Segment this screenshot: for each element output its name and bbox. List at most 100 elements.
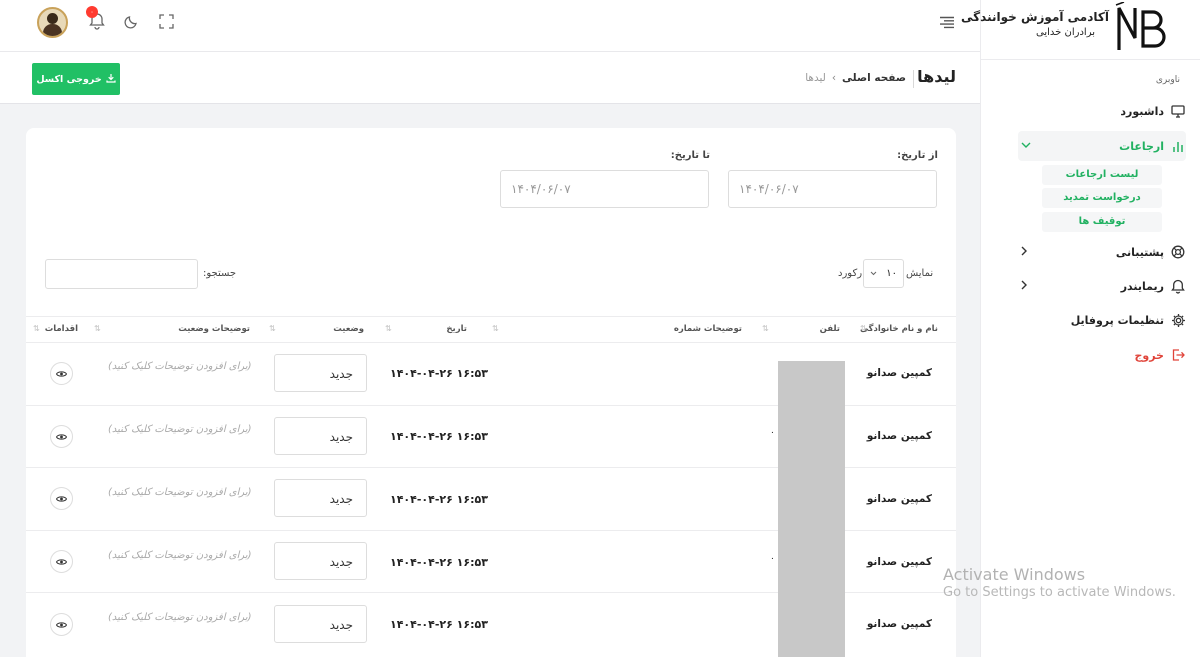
- logo-icon[interactable]: [1113, 1, 1175, 54]
- status-description[interactable]: (برای افزودن توضیحات کلیک کنید): [108, 612, 252, 623]
- sort-icon[interactable]: ⇅: [269, 316, 276, 342]
- lead-date: ۱۴۰۴-۰۴-۲۶ ۱۶:۵۳: [390, 556, 488, 569]
- view-button[interactable]: [50, 362, 73, 385]
- sort-icon[interactable]: ⇅: [762, 316, 769, 342]
- table-header-bottom-border: [26, 342, 956, 343]
- col-header-date[interactable]: تاریخ: [446, 316, 467, 342]
- nav-heading: ناوبری: [1155, 75, 1180, 85]
- activation-watermark-title: Activate Windows: [943, 565, 1086, 584]
- sidebar-subitem-suspensions[interactable]: توقیف ها: [1042, 212, 1162, 232]
- sidebar-item-label: خروج: [1134, 348, 1164, 362]
- page-size-select[interactable]: ۱۰: [863, 259, 904, 288]
- chevron-down-icon: [1020, 139, 1032, 151]
- col-header-phone[interactable]: تلفن: [820, 316, 840, 342]
- fullscreen-icon[interactable]: [159, 14, 174, 29]
- lead-date: ۱۴۰۴-۰۴-۲۶ ۱۶:۵۳: [390, 367, 488, 380]
- status-select[interactable]: جدید: [274, 417, 367, 455]
- gear-icon: [1170, 312, 1186, 328]
- chevron-right-icon: [1018, 279, 1030, 291]
- eye-icon: [56, 495, 67, 502]
- status-select[interactable]: جدید: [274, 542, 367, 580]
- view-button[interactable]: [50, 425, 73, 448]
- eye-icon: [56, 621, 67, 628]
- breadcrumb-current: لیدها: [805, 72, 826, 84]
- status-select[interactable]: جدید: [274, 354, 367, 392]
- sidebar-item-profile-settings[interactable]: تنظیمات پروفایل: [1016, 305, 1186, 335]
- avatar[interactable]: [37, 7, 68, 38]
- logo-area: آکادمی آموزش خوانندگی برادران خدایی: [961, 0, 1200, 60]
- eye-icon: [56, 433, 67, 440]
- sidebar-subitem-referral-list[interactable]: لیست ارجاعات: [1042, 165, 1162, 185]
- menu-toggle-icon[interactable]: [939, 14, 955, 29]
- chart-icon: [1170, 138, 1186, 154]
- sort-icon[interactable]: ⇅: [860, 316, 867, 342]
- sidebar-subitem-renewal-request[interactable]: درخواست تمدید: [1042, 188, 1162, 208]
- table-header-top-border: [26, 316, 956, 317]
- to-date-label: تا تاریخ:: [670, 150, 710, 161]
- status-description[interactable]: (برای افزودن توضیحات کلیک کنید): [108, 361, 252, 372]
- lead-name: کمپین صدانو: [866, 430, 932, 442]
- from-date-label: از تاریخ:: [897, 150, 938, 161]
- col-header-name[interactable]: نام و نام خانوادگی: [860, 316, 938, 342]
- status-description[interactable]: (برای افزودن توضیحات کلیک کنید): [108, 424, 252, 435]
- sidebar-item-dashboard[interactable]: داشبورد: [1016, 96, 1186, 126]
- col-header-status-desc[interactable]: توضیحات وضعیت: [178, 316, 250, 342]
- lead-name: کمپین صدانو: [866, 493, 932, 505]
- status-description[interactable]: (برای افزودن توضیحات کلیک کنید): [108, 550, 252, 561]
- sort-icon[interactable]: ⇅: [492, 316, 499, 342]
- chevron-right-icon: [1018, 245, 1030, 257]
- lead-name: کمپین صدانو: [866, 618, 932, 630]
- sidebar-item-support[interactable]: پشتیبانی: [1016, 237, 1186, 267]
- eye-icon: [56, 558, 67, 565]
- breadcrumb-separator: ›: [831, 72, 837, 84]
- eye-icon: [56, 370, 67, 377]
- sort-icon[interactable]: ⇅: [385, 316, 392, 342]
- brand-title: آکادمی آموزش خوانندگی: [961, 10, 1109, 24]
- activation-watermark-subtitle: Go to Settings to activate Windows.: [943, 585, 1176, 600]
- records-label: رکورد: [838, 268, 863, 279]
- col-header-status[interactable]: وضعیت: [333, 316, 364, 342]
- lead-phone: ۰: [770, 554, 775, 564]
- from-date-input[interactable]: [728, 170, 937, 208]
- download-icon: [106, 73, 116, 86]
- moon-icon[interactable]: [124, 14, 139, 29]
- status-description[interactable]: (برای افزودن توضیحات کلیک کنید): [108, 487, 252, 498]
- export-excel-button[interactable]: خروجی اکسل: [32, 63, 120, 95]
- show-label: نمایش: [906, 268, 934, 279]
- search-input[interactable]: [45, 259, 198, 289]
- top-bar: ۰: [0, 0, 980, 52]
- sidebar-item-label: تنظیمات پروفایل: [1070, 313, 1164, 327]
- lead-name: کمپین صدانو: [866, 556, 932, 568]
- logout-icon: [1170, 347, 1186, 363]
- breadcrumb: صفحه اصلی › لیدها: [805, 72, 906, 84]
- notification-badge: ۰: [86, 6, 98, 18]
- page-header: لیدها صفحه اصلی › لیدها خروجی اکسل: [0, 52, 980, 104]
- sidebar-item-label: پشتیبانی: [1115, 245, 1164, 259]
- lead-date: ۱۴۰۴-۰۴-۲۶ ۱۶:۵۳: [390, 493, 488, 506]
- sidebar: آکادمی آموزش خوانندگی برادران خدایی ناوب…: [961, 0, 1200, 657]
- sidebar-item-reminder[interactable]: ریمایندر: [1016, 271, 1186, 301]
- breadcrumb-home[interactable]: صفحه اصلی: [842, 72, 906, 84]
- status-select[interactable]: جدید: [274, 605, 367, 643]
- view-button[interactable]: [50, 550, 73, 573]
- sort-icon[interactable]: ⇅: [33, 316, 40, 342]
- status-select[interactable]: جدید: [274, 479, 367, 517]
- brand-subtitle: برادران خدایی: [1036, 27, 1095, 38]
- view-button[interactable]: [50, 487, 73, 510]
- sidebar-item-logout[interactable]: خروج: [1016, 340, 1186, 370]
- lead-date: ۱۴۰۴-۰۴-۲۶ ۱۶:۵۳: [390, 430, 488, 443]
- col-header-number-desc[interactable]: توضیحات شماره: [674, 316, 742, 342]
- sort-icon[interactable]: ⇅: [94, 316, 101, 342]
- sidebar-item-referrals[interactable]: ارجاعات: [1018, 131, 1186, 161]
- lead-date: ۱۴۰۴-۰۴-۲۶ ۱۶:۵۳: [390, 618, 488, 631]
- export-label: خروجی اکسل: [36, 73, 102, 85]
- support-icon: [1170, 244, 1186, 260]
- lead-phone: ۰: [770, 428, 775, 438]
- lead-name: کمپین صدانو: [866, 367, 932, 379]
- to-date-input[interactable]: [500, 170, 709, 208]
- monitor-icon: [1170, 103, 1186, 119]
- sidebar-item-label: داشبورد: [1120, 104, 1164, 118]
- view-button[interactable]: [50, 613, 73, 636]
- col-header-actions[interactable]: اقدامات: [45, 316, 78, 342]
- search-label: جستجو:: [203, 268, 237, 279]
